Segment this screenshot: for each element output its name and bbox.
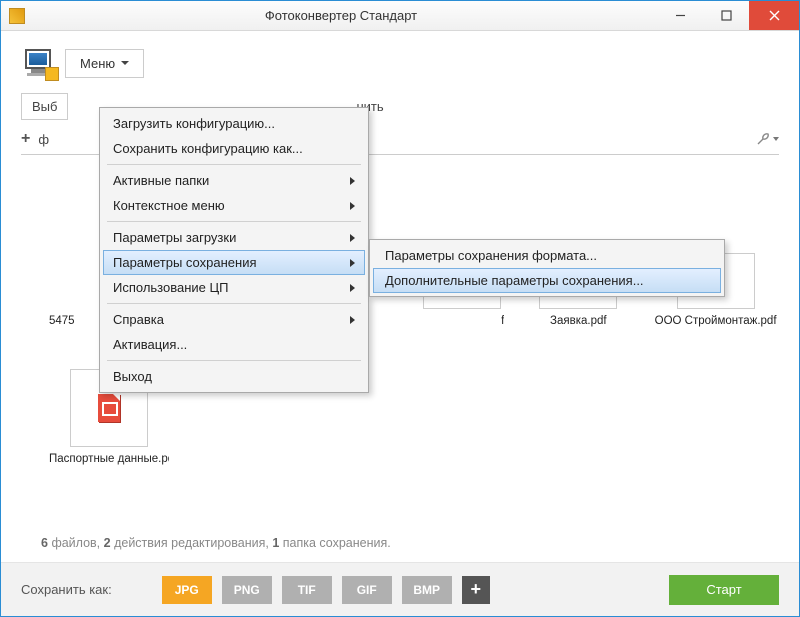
topbar: Меню: [21, 47, 779, 79]
menu-separator: [107, 164, 361, 165]
menu-button[interactable]: Меню: [65, 49, 144, 78]
chevron-down-icon: [121, 61, 129, 65]
menu-item-save-params[interactable]: Параметры сохранения: [103, 250, 365, 275]
status-line: 6 файлов, 2 действия редактирования, 1 п…: [41, 536, 391, 550]
file-name: ООО Строймонтаж.pdf: [652, 315, 779, 327]
footer: Сохранить как: JPG PNG TIF GIF BMP + Ста…: [1, 562, 799, 616]
menu-item-activation[interactable]: Активация...: [103, 332, 365, 357]
minimize-button[interactable]: [657, 1, 703, 30]
format-gif-button[interactable]: GIF: [342, 576, 392, 604]
submenu-item-format-save-params[interactable]: Параметры сохранения формата...: [373, 243, 721, 268]
window-title: Фотоконвертер Стандарт: [25, 8, 657, 23]
format-bmp-button[interactable]: BMP: [402, 576, 452, 604]
menu-separator: [107, 221, 361, 222]
add-format-button[interactable]: +: [462, 576, 490, 604]
save-as-label: Сохранить как:: [21, 582, 112, 597]
file-name: f: [421, 315, 505, 327]
app-logo-icon: [21, 47, 57, 79]
select-button-partial[interactable]: Выб: [21, 93, 68, 120]
close-button[interactable]: [749, 1, 799, 30]
submenu-arrow-icon: [350, 234, 355, 242]
start-button[interactable]: Старт: [669, 575, 779, 605]
format-jpg-button[interactable]: JPG: [162, 576, 212, 604]
file-name: Паспортные данные.pdf: [49, 453, 169, 465]
app-icon: [9, 8, 25, 24]
save-params-submenu: Параметры сохранения формата... Дополнит…: [369, 239, 725, 297]
wrench-icon: [755, 131, 771, 147]
pdf-icon: [98, 394, 120, 422]
menu-button-label: Меню: [80, 56, 115, 71]
menu-separator: [107, 360, 361, 361]
menu-item-help[interactable]: Справка: [103, 307, 365, 332]
menu-item-active-folders[interactable]: Активные папки: [103, 168, 365, 193]
content: Меню Выб нить + ф 5475 f: [1, 31, 799, 616]
menu-item-context-menu[interactable]: Контекстное меню: [103, 193, 365, 218]
submenu-arrow-icon: [350, 284, 355, 292]
menu-item-exit[interactable]: Выход: [103, 364, 365, 389]
menu-item-save-config[interactable]: Сохранить конфигурацию как...: [103, 136, 365, 161]
submenu-arrow-icon: [350, 316, 355, 324]
menu-item-load-params[interactable]: Параметры загрузки: [103, 225, 365, 250]
format-png-button[interactable]: PNG: [222, 576, 272, 604]
tools-button[interactable]: [755, 131, 779, 147]
file-name: Заявка.pdf: [536, 315, 620, 327]
menu-item-load-config[interactable]: Загрузить конфигурацию...: [103, 111, 365, 136]
menu-item-cpu-usage[interactable]: Использование ЦП: [103, 275, 365, 300]
submenu-item-additional-save-params[interactable]: Дополнительные параметры сохранения...: [373, 268, 721, 293]
submenu-arrow-icon: [350, 202, 355, 210]
submenu-arrow-icon: [350, 177, 355, 185]
format-tif-button[interactable]: TIF: [282, 576, 332, 604]
titlebar: Фотоконвертер Стандарт: [1, 1, 799, 31]
add-label-partial: ф: [38, 132, 49, 147]
plus-icon[interactable]: +: [21, 130, 30, 148]
chevron-down-icon: [773, 137, 779, 141]
menu-separator: [107, 303, 361, 304]
window-buttons: [657, 1, 799, 30]
maximize-button[interactable]: [703, 1, 749, 30]
submenu-arrow-icon: [350, 259, 355, 267]
main-menu-dropdown: Загрузить конфигурацию... Сохранить конф…: [99, 107, 369, 393]
